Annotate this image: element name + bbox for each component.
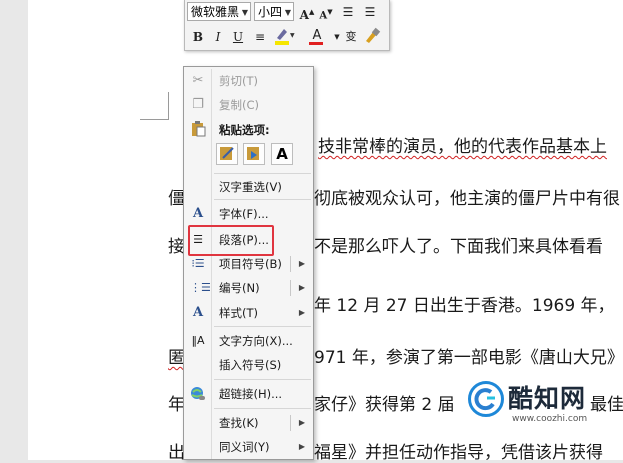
- menu-separator: [214, 173, 311, 174]
- copy-icon: ❐: [192, 97, 204, 112]
- italic-button[interactable]: I: [209, 28, 227, 46]
- clipboard-icon: [190, 121, 206, 137]
- shrink-font-button[interactable]: A▼: [317, 3, 335, 21]
- hyperlink-globe-icon: [190, 386, 206, 402]
- paste-merge-icon: [247, 147, 259, 160]
- menu-separator: [214, 379, 311, 380]
- watermark-circle-icon: [468, 381, 504, 417]
- underline-button[interactable]: U: [229, 28, 247, 46]
- doc-text-line: 年 12 月 27 日出生于香港。1969 年，: [314, 296, 615, 316]
- menu-item-lookup[interactable]: 查找(K) ▶: [184, 411, 313, 435]
- paste-format-icon: [220, 147, 234, 160]
- phonetic-guide-button[interactable]: 变: [341, 26, 361, 44]
- menu-item-synonyms[interactable]: 同义词(Y) ▶: [184, 435, 313, 459]
- decrease-indent-icon[interactable]: ☰: [339, 3, 357, 21]
- align-center-icon[interactable]: ≡: [251, 28, 269, 46]
- font-color-button[interactable]: A: [307, 26, 327, 45]
- paste-keep-source-formatting-button[interactable]: [216, 143, 238, 165]
- chevron-right-icon[interactable]: ▶: [299, 276, 305, 300]
- menu-item-hyperlink[interactable]: 超链接(H)...: [184, 382, 313, 406]
- context-menu: ✂ 剪切(T) ❐ 复制(C) 粘贴选项: A 汉字重选(V) A 字体(F).…: [183, 66, 314, 460]
- paste-merge-formatting-button[interactable]: [243, 143, 265, 165]
- menu-split-divider: [290, 415, 291, 431]
- doc-text-line: 家仔》获得第 2 届: [314, 395, 455, 415]
- doc-text-line: 彻底被观众认可，他主演的僵尸片中有很: [314, 189, 620, 209]
- margin-corner-mark-vertical: [168, 92, 169, 120]
- scissors-icon: ✂: [192, 73, 204, 88]
- mini-toolbar: 微软雅黑 ▼ 小四 ▼ A▲ A▼ ☰ ☰ B I U ≡ ▼ A ▼ 变: [184, 0, 390, 51]
- menu-separator: [214, 326, 311, 327]
- chevron-right-icon[interactable]: ▶: [299, 411, 305, 435]
- menu-separator: [214, 408, 311, 409]
- numbered-list-icon: ⋮☰: [190, 281, 211, 294]
- menu-item-numbering[interactable]: ⋮☰ 编号(N) ▶: [184, 276, 313, 300]
- menu-split-divider: [290, 280, 291, 296]
- chevron-down-icon: ▼: [241, 8, 248, 17]
- menu-split-divider: [290, 256, 291, 272]
- bullet-list-icon: ⁝☰: [191, 257, 205, 270]
- doc-text-line: 技非常棒的演员，他的代表作品基本上: [318, 137, 607, 157]
- styles-icon: A: [192, 305, 204, 320]
- doc-text-line: 福星》并担任动作指导，凭借该片获得: [314, 443, 603, 463]
- grow-font-button[interactable]: A▲: [298, 3, 316, 22]
- doc-text-line: 不是那么吓人了。下面我们来具体看看: [314, 237, 603, 257]
- menu-item-cut[interactable]: ✂ 剪切(T): [184, 69, 313, 93]
- paragraph-highlight-box: [188, 225, 274, 256]
- format-painter-icon[interactable]: [363, 27, 381, 45]
- chevron-right-icon[interactable]: ▶: [299, 301, 305, 325]
- watermark-logo: 酷知网 www.coozhi.com: [468, 381, 618, 431]
- watermark-url: www.coozhi.com: [512, 414, 588, 424]
- menu-item-reconvert[interactable]: 汉字重选(V): [184, 175, 313, 199]
- font-icon: A: [192, 206, 204, 221]
- paste-options-title: 粘贴选项:: [219, 123, 270, 137]
- bold-button[interactable]: B: [189, 28, 207, 46]
- chevron-right-icon[interactable]: ▶: [299, 252, 305, 276]
- increase-indent-icon[interactable]: ☰: [361, 3, 379, 21]
- svg-text:▼: ▼: [290, 32, 295, 39]
- highlight-color-button[interactable]: ▼: [273, 26, 295, 45]
- highlighter-icon: ▼: [275, 29, 295, 45]
- text-direction-icon: ‖A: [191, 334, 205, 347]
- menu-item-text-direction[interactable]: ‖A 文字方向(X)...: [184, 329, 313, 353]
- doc-text-line: 971 年，参演了第一部电影《唐山大兄》: [314, 348, 623, 368]
- margin-corner-mark: [140, 119, 168, 120]
- font-name-combo[interactable]: 微软雅黑 ▼: [187, 2, 251, 21]
- menu-item-font[interactable]: A 字体(F)...: [184, 202, 313, 226]
- menu-item-insert-symbol[interactable]: 插入符号(S): [184, 353, 313, 377]
- menu-item-styles[interactable]: A 样式(T) ▶: [184, 301, 313, 325]
- font-size-combo[interactable]: 小四 ▼: [254, 2, 294, 21]
- watermark-brand: 酷知网: [508, 384, 587, 413]
- menu-separator: [214, 199, 311, 200]
- chevron-right-icon[interactable]: ▶: [299, 435, 305, 459]
- chevron-down-icon: ▼: [284, 8, 291, 17]
- paste-keep-text-only-button[interactable]: A: [271, 143, 293, 165]
- menu-item-copy[interactable]: ❐ 复制(C): [184, 93, 313, 117]
